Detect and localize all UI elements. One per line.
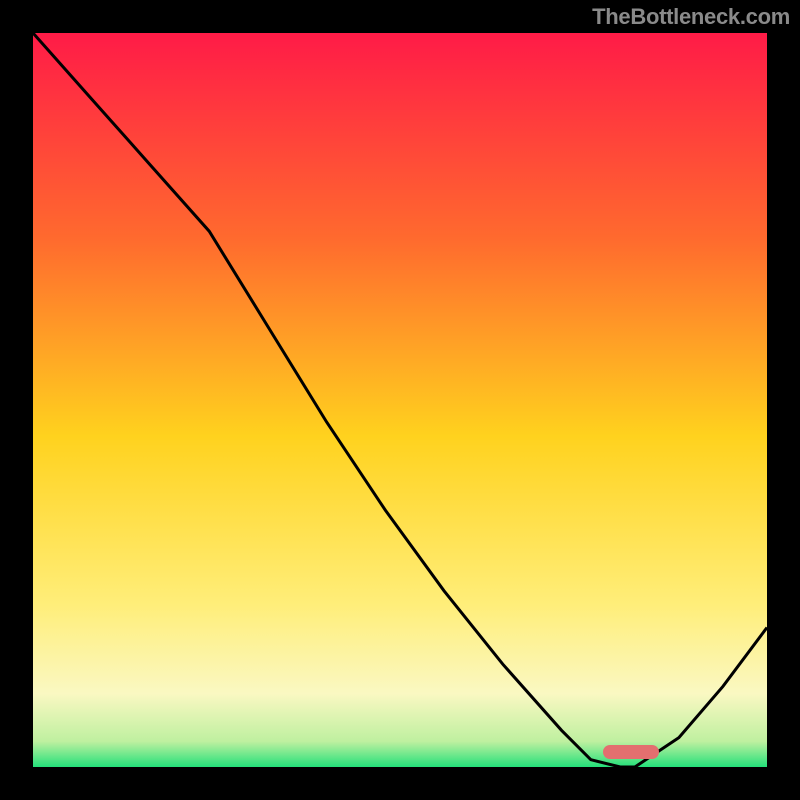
chart-svg <box>33 33 767 767</box>
watermark-text: TheBottleneck.com <box>592 4 790 30</box>
bottleneck-marker <box>603 745 659 759</box>
gradient-background <box>33 33 767 767</box>
chart-container: TheBottleneck.com <box>0 0 800 800</box>
plot-area <box>33 33 767 767</box>
